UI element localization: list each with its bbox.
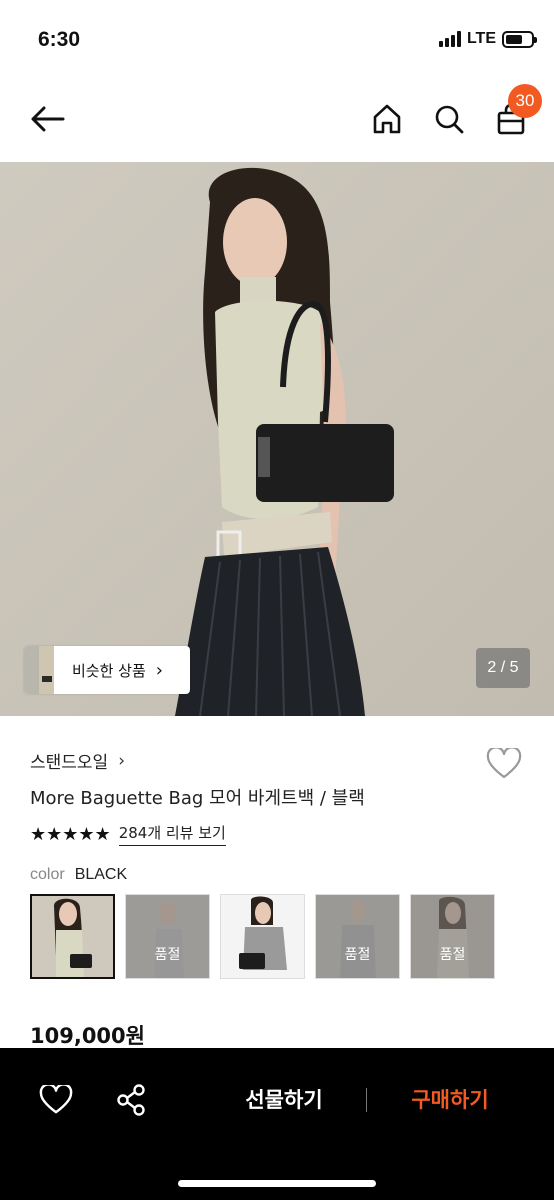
swatch-image xyxy=(221,895,304,978)
home-icon xyxy=(373,104,401,134)
color-swatch[interactable]: 품절 xyxy=(315,894,400,979)
bottom-action-bar: 선물하기 구매하기 xyxy=(0,1048,554,1200)
product-image-gallery[interactable]: 비슷한 상품 › 2 / 5 xyxy=(0,162,554,716)
arrow-left-icon xyxy=(31,106,65,132)
cart-count-badge: 30 xyxy=(508,84,542,118)
rating-row: ★★★★★ 284개 리뷰 보기 xyxy=(30,822,226,846)
bottom-wishlist-button[interactable] xyxy=(34,1078,78,1122)
color-value: BLACK xyxy=(74,866,128,883)
signal-icon xyxy=(438,31,461,47)
color-swatches: 품절 품절 품절 xyxy=(30,894,495,979)
home-indicator[interactable] xyxy=(178,1180,376,1187)
product-name: More Baguette Bag 모어 바게트백 / 블랙 xyxy=(30,788,365,809)
soldout-label: 품절 xyxy=(316,895,399,978)
swatch-image xyxy=(32,896,113,977)
product-price: 109,000원 xyxy=(30,1024,145,1048)
color-swatch[interactable]: 품절 xyxy=(410,894,495,979)
color-swatch[interactable] xyxy=(30,894,115,979)
heart-icon xyxy=(486,748,522,779)
soldout-label: 품절 xyxy=(126,895,209,978)
gift-button[interactable]: 선물하기 xyxy=(226,1084,342,1116)
status-time: 6:30 xyxy=(38,28,81,51)
network-label: LTE xyxy=(466,30,496,47)
color-swatch[interactable]: 품절 xyxy=(125,894,210,979)
search-button[interactable] xyxy=(428,98,470,140)
search-icon xyxy=(435,105,464,134)
status-indicators: LTE xyxy=(438,30,537,48)
color-swatch[interactable] xyxy=(220,894,305,979)
chevron-right-icon: › xyxy=(155,659,163,681)
heart-icon xyxy=(39,1085,73,1114)
home-button[interactable] xyxy=(366,98,408,140)
soldout-label: 품절 xyxy=(411,895,494,978)
share-icon xyxy=(117,1084,145,1116)
chevron-right-icon: › xyxy=(118,750,126,771)
share-button[interactable] xyxy=(110,1078,154,1122)
battery-icon xyxy=(502,30,537,48)
brand-link[interactable]: 스탠드오일 › xyxy=(30,748,126,774)
similar-products-button[interactable]: 비슷한 상품 › xyxy=(24,646,190,694)
buy-button[interactable]: 구매하기 xyxy=(392,1084,508,1116)
image-page-indicator: 2 / 5 xyxy=(476,648,530,688)
rating-stars: ★★★★★ xyxy=(30,823,111,845)
back-button[interactable] xyxy=(26,98,68,140)
brand-name: 스탠드오일 xyxy=(30,753,109,773)
status-bar: 6:30 LTE xyxy=(0,0,554,80)
bottom-divider xyxy=(366,1088,367,1112)
product-photo xyxy=(0,162,554,716)
top-nav xyxy=(0,80,554,162)
similar-products-label: 비슷한 상품 xyxy=(72,661,146,680)
review-link[interactable]: 284개 리뷰 보기 xyxy=(118,822,226,846)
similar-products-thumbnail xyxy=(24,646,54,694)
color-label: color xyxy=(30,866,65,883)
color-option-row: color BLACK xyxy=(30,866,127,884)
wishlist-button[interactable] xyxy=(484,744,524,784)
